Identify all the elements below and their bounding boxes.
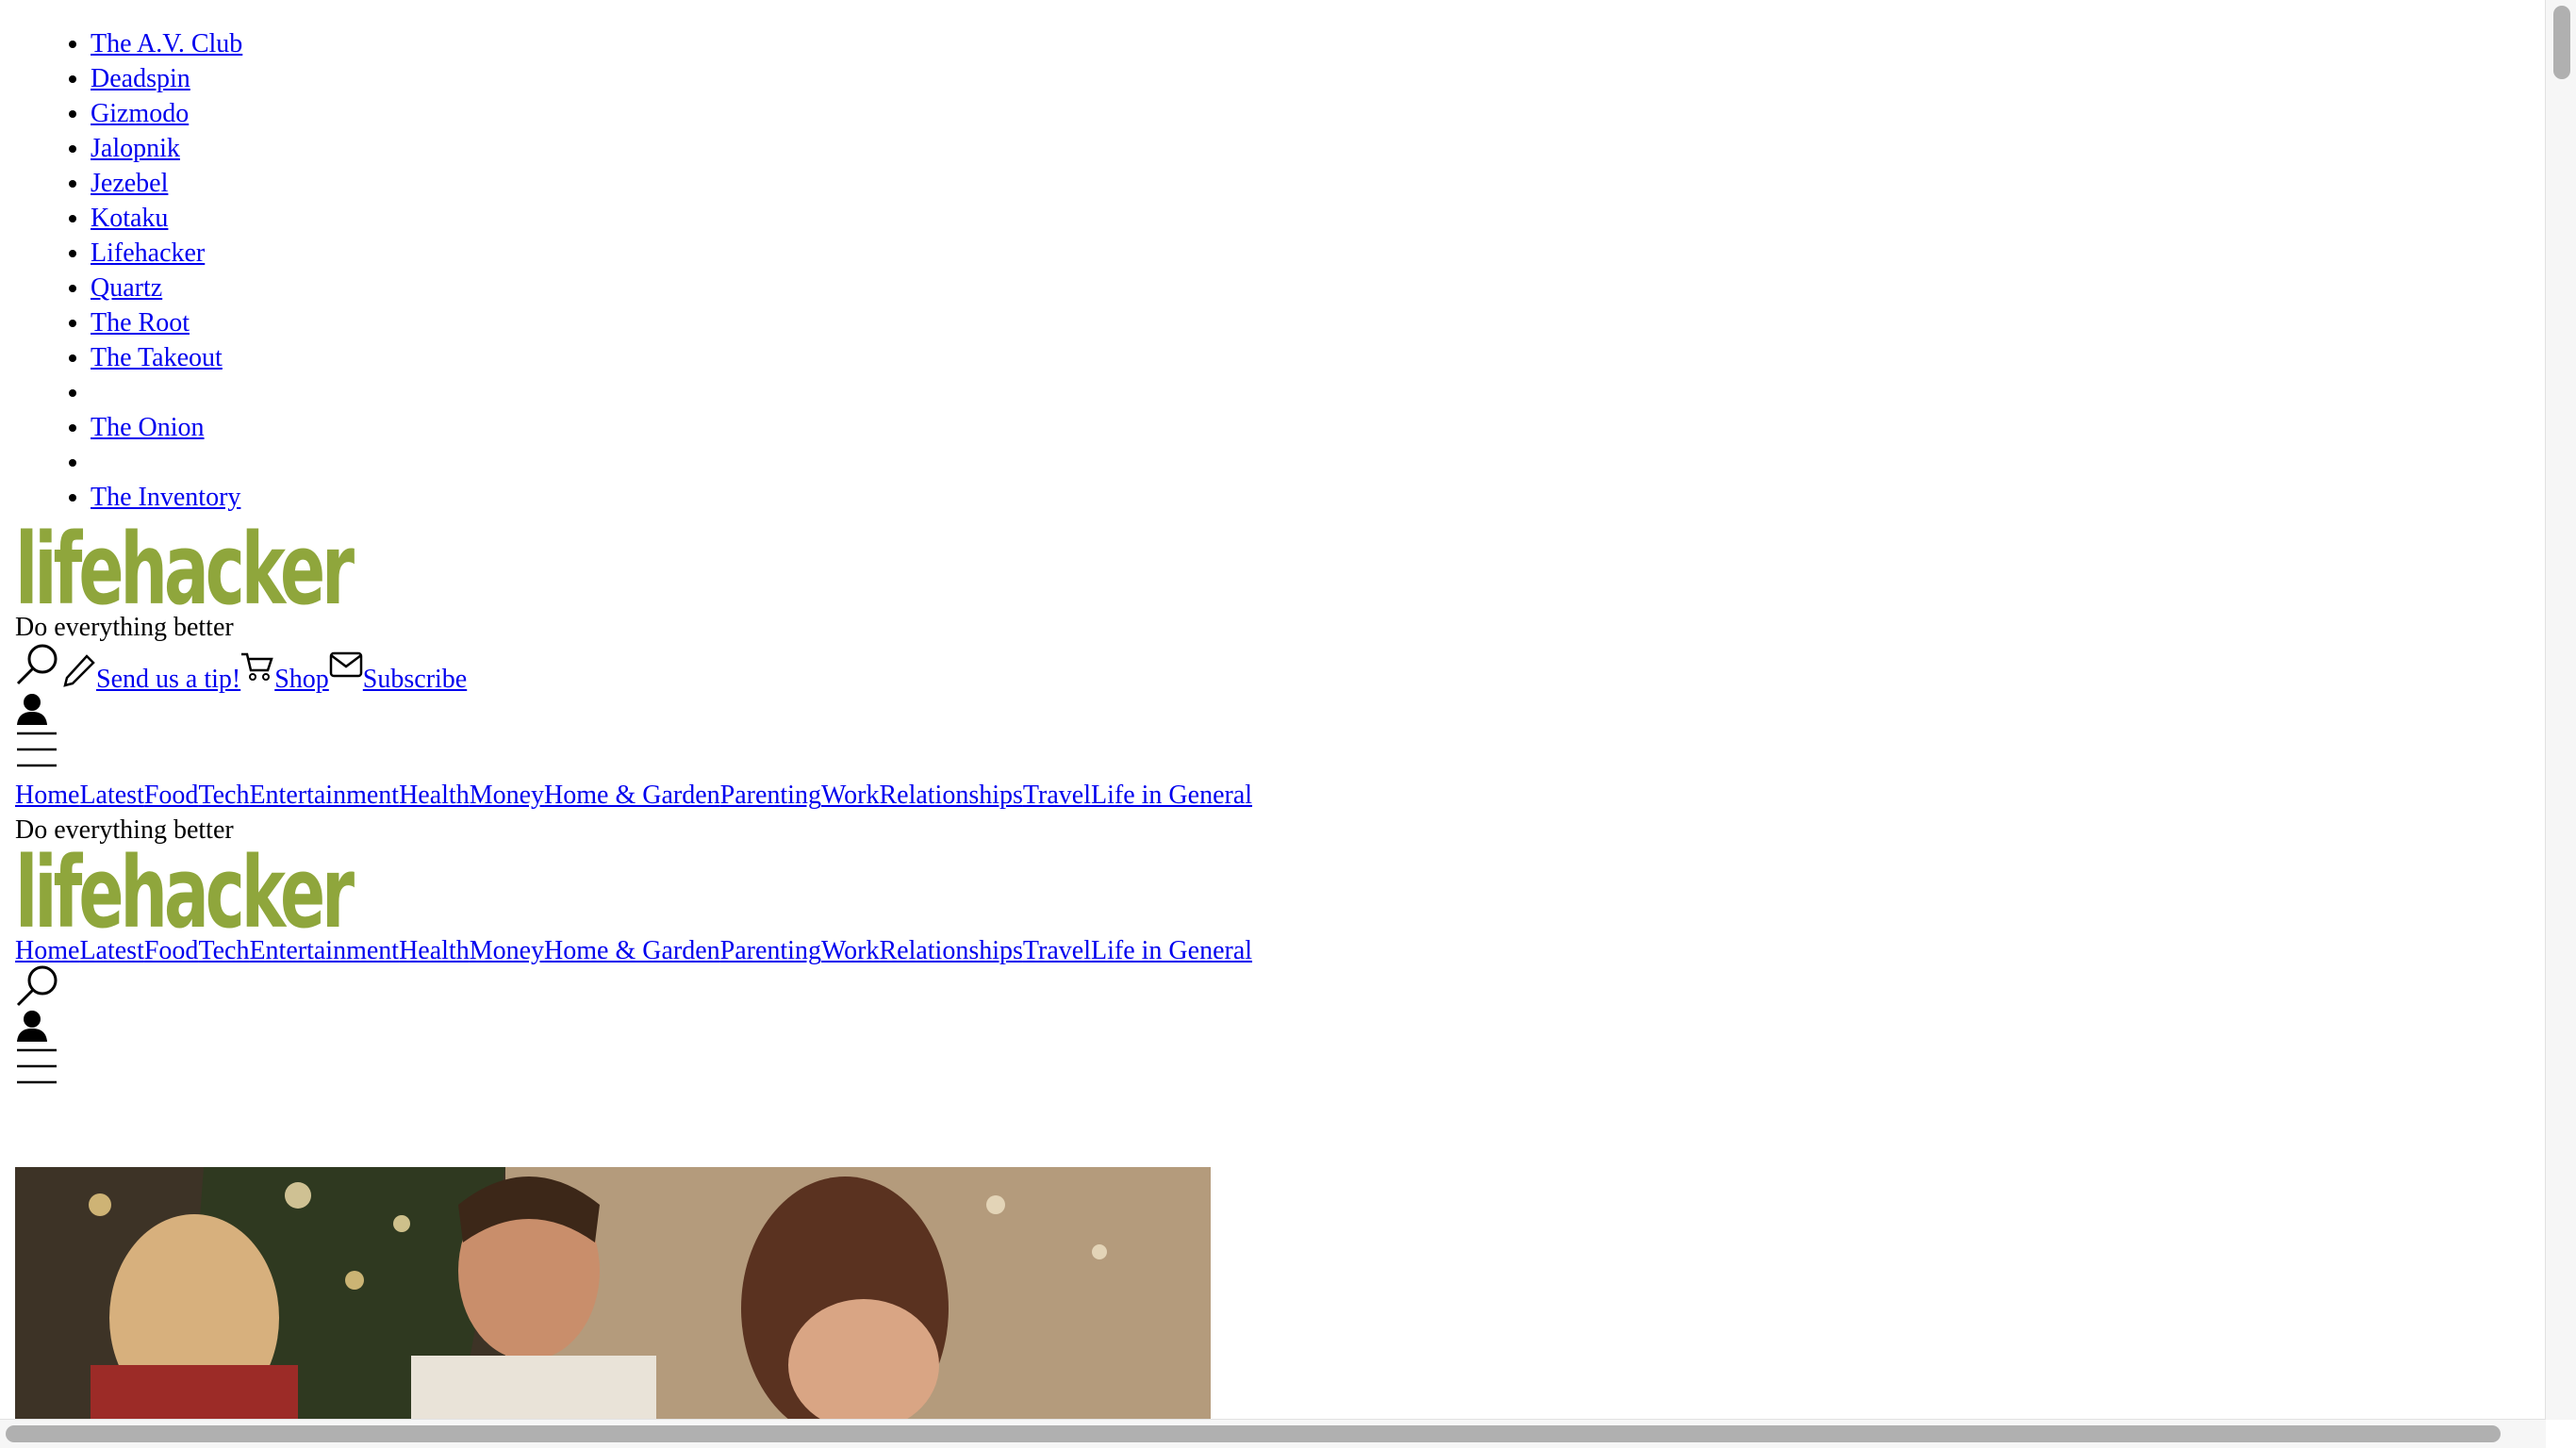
lifehacker-logo-icon: lifehacker bbox=[15, 512, 360, 627]
cart-icon bbox=[240, 651, 274, 691]
nav-item-home[interactable]: Home bbox=[15, 936, 79, 965]
vertical-scrollbar[interactable] bbox=[2545, 0, 2576, 1420]
list-item: The Inventory bbox=[91, 480, 2546, 515]
nav-item-home-garden[interactable]: Home & Garden bbox=[544, 936, 720, 965]
nav-item-money[interactable]: Money bbox=[470, 936, 544, 965]
network-link[interactable]: Jalopnik bbox=[91, 134, 180, 163]
lifehacker-logo-secondary[interactable]: lifehacker bbox=[15, 835, 2546, 950]
logo-text: lifehacker bbox=[15, 524, 355, 610]
lifehacker-logo-icon: lifehacker bbox=[15, 835, 360, 950]
nav-item-life-in-general[interactable]: Life in General bbox=[1091, 781, 1252, 810]
account-row bbox=[15, 694, 2546, 731]
nav-item-health[interactable]: Health bbox=[399, 781, 470, 810]
network-link[interactable]: Quartz bbox=[91, 273, 162, 303]
nav-item-tech[interactable]: Tech bbox=[198, 936, 249, 965]
network-sites-list: The A.V. Club Deadspin Gizmodo Jalopnik … bbox=[15, 26, 2546, 515]
search-row bbox=[15, 965, 2546, 1013]
list-item: Lifehacker bbox=[91, 236, 2546, 271]
nav-item-latest[interactable]: Latest bbox=[79, 781, 143, 810]
network-link[interactable]: Lifehacker bbox=[91, 239, 205, 268]
hamburger-menu-icon[interactable] bbox=[15, 730, 58, 779]
list-item: The A.V. Club bbox=[91, 26, 2546, 61]
vertical-scrollbar-thumb[interactable] bbox=[2553, 6, 2570, 79]
list-item: Kotaku bbox=[91, 201, 2546, 236]
nav-item-relationships[interactable]: Relationships bbox=[879, 936, 1022, 965]
nav-item-food[interactable]: Food bbox=[144, 781, 199, 810]
nav-item-entertainment[interactable]: Entertainment bbox=[249, 781, 399, 810]
nav-item-health[interactable]: Health bbox=[399, 936, 470, 965]
utility-bar: Send us a tip! Shop Subscribe bbox=[15, 642, 2546, 697]
send-tip-link[interactable]: Send us a tip! bbox=[96, 662, 240, 697]
search-icon[interactable] bbox=[15, 642, 60, 697]
nav-item-tech[interactable]: Tech bbox=[198, 781, 249, 810]
list-item: Deadspin bbox=[91, 61, 2546, 96]
list-item: Quartz bbox=[91, 271, 2546, 305]
list-item-empty bbox=[91, 375, 2546, 410]
page-content: The A.V. Club Deadspin Gizmodo Jalopnik … bbox=[15, 26, 2546, 1094]
list-item: Gizmodo bbox=[91, 96, 2546, 131]
nav-item-money[interactable]: Money bbox=[470, 781, 544, 810]
menu-row-secondary bbox=[15, 1047, 2546, 1094]
main-nav-secondary: HomeLatestFoodTechEntertainmentHealthMon… bbox=[15, 933, 2546, 968]
nav-item-travel[interactable]: Travel bbox=[1023, 781, 1091, 810]
network-link[interactable]: Gizmodo bbox=[91, 99, 189, 128]
list-item: The Takeout bbox=[91, 340, 2546, 375]
list-item: The Root bbox=[91, 305, 2546, 340]
nav-item-life-in-general[interactable]: Life in General bbox=[1091, 936, 1252, 965]
network-link[interactable]: Kotaku bbox=[91, 204, 168, 233]
nav-item-travel[interactable]: Travel bbox=[1023, 936, 1091, 965]
main-nav: HomeLatestFoodTechEntertainmentHealthMon… bbox=[15, 778, 2546, 813]
tagline-secondary: Do everything better bbox=[15, 815, 234, 845]
network-link[interactable]: Jezebel bbox=[91, 169, 168, 198]
subscribe-link[interactable]: Subscribe bbox=[363, 662, 467, 697]
menu-row bbox=[15, 731, 2546, 778]
network-link[interactable]: The A.V. Club bbox=[91, 29, 242, 58]
nav-item-relationships[interactable]: Relationships bbox=[879, 781, 1022, 810]
horizontal-scrollbar-thumb[interactable] bbox=[6, 1425, 2501, 1442]
nav-item-home[interactable]: Home bbox=[15, 781, 79, 810]
list-item: The Onion bbox=[91, 410, 2546, 445]
hero-photo bbox=[15, 1167, 1211, 1420]
lifehacker-logo[interactable]: lifehacker bbox=[15, 512, 2546, 627]
nav-item-food[interactable]: Food bbox=[144, 936, 199, 965]
list-item-empty bbox=[91, 445, 2546, 480]
nav-item-work[interactable]: Work bbox=[821, 936, 880, 965]
list-item: Jalopnik bbox=[91, 131, 2546, 166]
tagline: Do everything better bbox=[15, 613, 234, 642]
hamburger-menu-icon[interactable] bbox=[15, 1046, 58, 1095]
hero-image[interactable] bbox=[15, 1167, 1211, 1420]
account-row-secondary bbox=[15, 1011, 2546, 1047]
nav-item-parenting[interactable]: Parenting bbox=[720, 936, 821, 965]
nav-item-home-garden[interactable]: Home & Garden bbox=[544, 781, 720, 810]
nav-item-work[interactable]: Work bbox=[821, 781, 880, 810]
mail-icon bbox=[329, 651, 363, 687]
nav-item-latest[interactable]: Latest bbox=[79, 936, 143, 965]
pencil-icon bbox=[62, 653, 96, 697]
shop-link[interactable]: Shop bbox=[274, 662, 329, 697]
network-link[interactable]: Deadspin bbox=[91, 64, 190, 93]
list-item: Jezebel bbox=[91, 166, 2546, 201]
nav-item-entertainment[interactable]: Entertainment bbox=[249, 936, 399, 965]
horizontal-scrollbar[interactable] bbox=[0, 1419, 2546, 1448]
network-link[interactable]: The Takeout bbox=[91, 343, 223, 372]
network-link[interactable]: The Onion bbox=[91, 413, 205, 442]
network-link[interactable]: The Inventory bbox=[91, 483, 240, 512]
network-link[interactable]: The Root bbox=[91, 308, 190, 337]
nav-item-parenting[interactable]: Parenting bbox=[720, 781, 821, 810]
logo-text: lifehacker bbox=[15, 847, 355, 933]
